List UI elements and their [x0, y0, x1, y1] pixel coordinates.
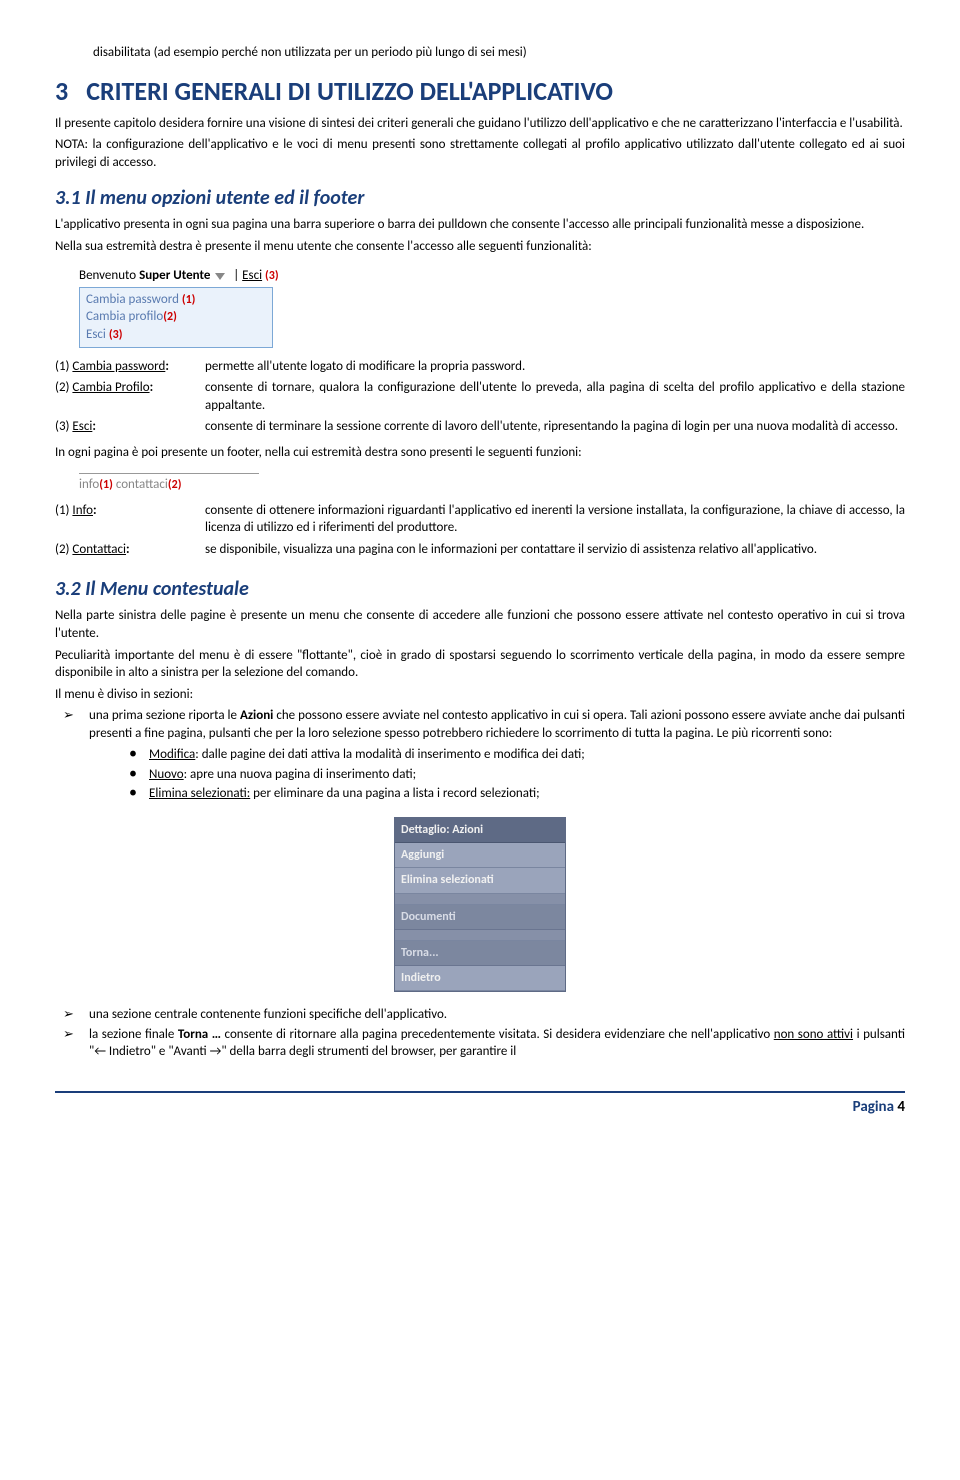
def3-pre: (3)	[55, 419, 72, 434]
page-label: Pagina	[853, 1098, 898, 1116]
menu-item-cambia-profilo[interactable]: Cambia profilo	[86, 309, 163, 324]
welcome-pre: Benvenuto	[79, 268, 139, 283]
def1-key: Cambia password	[72, 359, 165, 374]
context-menu-screenshot: Dettaglio: Azioni Aggiungi Elimina selez…	[55, 817, 905, 992]
b1-r: : apre una nuova pagina di inserimento d…	[184, 767, 416, 782]
arrow-item-1: una prima sezione riporta le Azioni che …	[59, 707, 905, 803]
orphan-line: disabilitata (ad esempio perché non util…	[93, 44, 905, 62]
p5: In ogni pagina è poi presente un footer,…	[55, 444, 905, 462]
a3-pre: la sezione finale	[89, 1027, 178, 1042]
user-menu-screenshot: Benvenuto Super Utente | Esci (3) Cambia…	[79, 267, 905, 347]
def2-post: :	[150, 380, 154, 395]
menu-item-esci[interactable]: Esci	[86, 327, 106, 342]
fdef2-key: Contattaci	[72, 542, 126, 557]
def2-val: consente di tornare, qualora la configur…	[205, 379, 905, 418]
def1-post: :	[165, 359, 169, 374]
welcome-name: Super Utente	[139, 268, 210, 283]
a3-u: non sono attivi	[774, 1027, 853, 1042]
h1-number: 3	[55, 75, 68, 107]
heading-3-2: 3.2 Il Menu contestuale	[55, 576, 905, 603]
annot-3: (3)	[265, 269, 279, 283]
fdef2-post: :	[126, 542, 130, 557]
ctx-separator	[395, 894, 565, 905]
p8: Il menu è diviso in sezioni:	[55, 686, 905, 704]
fdef2-pre: (2)	[55, 542, 72, 557]
page-footer: Pagina 4	[55, 1091, 905, 1117]
esci-top-link[interactable]: Esci	[242, 268, 262, 283]
annot-2: (2)	[163, 310, 177, 324]
arrow-item-3: la sezione finale Torna … consente di ri…	[59, 1026, 905, 1061]
bullet-nuovo: Nuovo: apre una nuova pagina di inserime…	[129, 766, 905, 784]
fdef1-key: Info	[72, 503, 93, 518]
intro-p1: Il presente capitolo desidera fornire un…	[55, 115, 905, 133]
page-number: 4	[897, 1098, 905, 1116]
heading-3-1: 3.1 Il menu opzioni utente ed il footer	[55, 185, 905, 212]
arrow1-pre: una prima sezione riporta le	[89, 708, 240, 723]
ctx-item-elimina[interactable]: Elimina selezionati	[395, 868, 565, 893]
definitions-2: (1) Info: consente di ottenere informazi…	[55, 502, 905, 563]
f-annot-1: (1)	[99, 478, 113, 492]
p7: Peculiarità importante del menu è di ess…	[55, 647, 905, 682]
f-annot-2: (2)	[168, 478, 182, 492]
bullet-list: Modifica: dalle pagine dei dati attiva l…	[89, 746, 905, 803]
b2-u: Elimina selezionati:	[149, 786, 250, 801]
contattaci-link[interactable]: contattaci	[116, 477, 168, 492]
ctx-header: Dettaglio: Azioni	[395, 818, 565, 843]
fdef1-val: consente di ottenere informazioni riguar…	[205, 502, 905, 541]
bullet-modifica: Modifica: dalle pagine dei dati attiva l…	[129, 746, 905, 764]
def3-val: consente di terminare la sessione corren…	[205, 418, 905, 440]
footer-screenshot: info(1)contattaci(2)	[79, 473, 259, 494]
def1-pre: (1)	[55, 359, 72, 374]
arrow1-bold: Azioni	[240, 708, 273, 723]
bullet-elimina: Elimina selezionati: per eliminare da un…	[129, 785, 905, 803]
p6: Nella parte sinistra delle pagine è pres…	[55, 607, 905, 642]
arrow-item-2: una sezione centrale contenente funzioni…	[59, 1006, 905, 1024]
annot-1: (1)	[182, 293, 196, 307]
fdef1-pre: (1)	[55, 503, 72, 518]
ctx-item-aggiungi[interactable]: Aggiungi	[395, 843, 565, 868]
h1-text: CRITERI GENERALI DI UTILIZZO DELL'APPLIC…	[86, 75, 613, 107]
section-list: una prima sezione riporta le Azioni che …	[55, 707, 905, 803]
annot-3b: (3)	[109, 328, 123, 342]
b0-u: Modifica	[149, 747, 195, 762]
ctx-separator-2	[395, 930, 565, 941]
heading-1: 3 CRITERI GENERALI DI UTILIZZO DELL'APPLI…	[55, 74, 905, 109]
a3-m1: consente di ritornare alla pagina preced…	[221, 1027, 774, 1042]
p3: L'applicativo presenta in ogni sua pagin…	[55, 216, 905, 234]
def2-pre: (2)	[55, 380, 72, 395]
p4: Nella sua estremità destra è presente il…	[55, 238, 905, 256]
section-list-2: una sezione centrale contenente funzioni…	[55, 1006, 905, 1061]
user-menu-dropdown: Cambia password (1) Cambia profilo(2) Es…	[79, 287, 273, 348]
chevron-down-icon	[215, 273, 225, 280]
def2-key: Cambia Profilo	[72, 380, 149, 395]
def1-val: permette all'utente logato di modificare…	[205, 358, 905, 380]
ctx-section-documenti: Documenti	[395, 905, 565, 930]
definitions-1: (1) Cambia password: permette all'utente…	[55, 358, 905, 440]
intro-note: NOTA: la configurazione dell'applicativo…	[55, 136, 905, 171]
fdef1-post: :	[93, 503, 97, 518]
ctx-item-indietro[interactable]: Indietro	[395, 966, 565, 991]
b2-r: per eliminare da una pagina a lista i re…	[250, 786, 539, 801]
def3-post: :	[92, 419, 96, 434]
ctx-section-torna: Torna...	[395, 941, 565, 966]
b0-r: : dalle pagine dei dati attiva la modali…	[195, 747, 584, 762]
info-link[interactable]: info	[79, 477, 99, 492]
fdef2-val: se disponibile, visualizza una pagina co…	[205, 541, 905, 563]
menu-item-cambia-password[interactable]: Cambia password	[86, 292, 179, 307]
b1-u: Nuovo	[149, 767, 184, 782]
def3-key: Esci	[72, 419, 92, 434]
a3-b1: Torna …	[178, 1027, 221, 1042]
